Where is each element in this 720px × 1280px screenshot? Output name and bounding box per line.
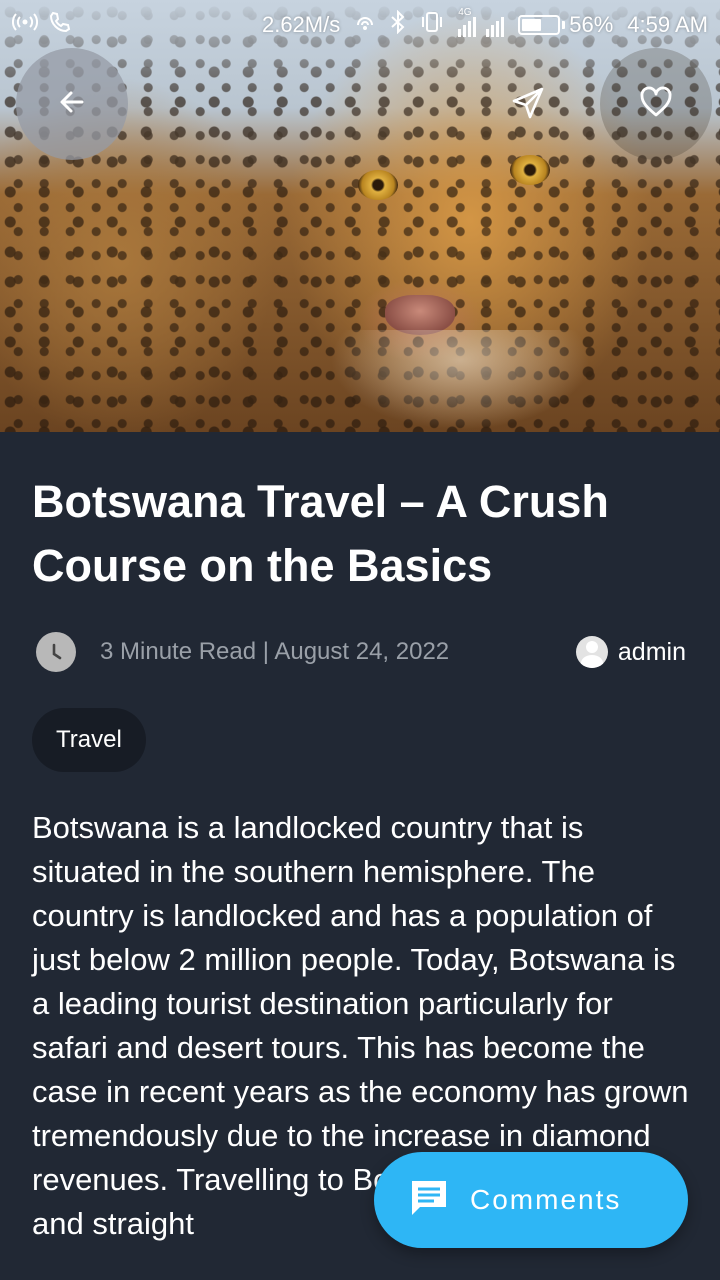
leopard-right-eye <box>510 155 550 185</box>
network-speed: 2.62M/s <box>261 12 341 37</box>
vibrate-icon <box>420 11 444 39</box>
comments-button[interactable]: Comments <box>374 1152 688 1248</box>
heart-outline-icon <box>639 86 673 123</box>
battery-level <box>522 19 542 31</box>
leopard-nose <box>385 295 455 335</box>
status-bar: 2.62M/s 4G 56% 4:59 AM <box>0 0 720 50</box>
read-info: 3 Minute Read | August 24, 2022 <box>100 638 450 665</box>
signal-icon: 4G <box>458 7 505 37</box>
arrow-left-icon <box>57 87 87 122</box>
leopard-muzzle <box>330 330 590 430</box>
back-button[interactable] <box>16 48 128 160</box>
status-left <box>12 10 72 40</box>
sync-icon <box>354 11 376 39</box>
article-title: Botswana Travel – A Crush Course on the … <box>32 476 609 591</box>
call-icon <box>48 10 72 40</box>
bluetooth-icon <box>390 9 406 40</box>
battery-icon <box>518 15 566 35</box>
avatar <box>575 636 608 668</box>
comment-icon <box>408 1177 450 1224</box>
leopard-left-eye <box>358 170 398 200</box>
battery-percent: 56% <box>569 12 614 37</box>
article-meta: 3 Minute Read | August 24, 2022 admin <box>36 632 686 672</box>
author-name: admin <box>617 637 686 666</box>
share-button[interactable] <box>505 82 551 128</box>
favorite-button[interactable] <box>600 48 712 160</box>
status-right: 2.62M/s 4G 56% 4:59 AM <box>261 7 708 40</box>
clock-time: 4:59 AM <box>627 12 708 37</box>
clock-icon <box>36 632 76 672</box>
category-chip[interactable]: Travel <box>32 708 146 772</box>
send-icon <box>510 85 546 126</box>
network-type: 4G <box>458 7 472 18</box>
author[interactable]: admin <box>575 636 686 668</box>
hotspot-icon <box>12 12 38 38</box>
comments-label: Comments <box>470 1184 622 1215</box>
